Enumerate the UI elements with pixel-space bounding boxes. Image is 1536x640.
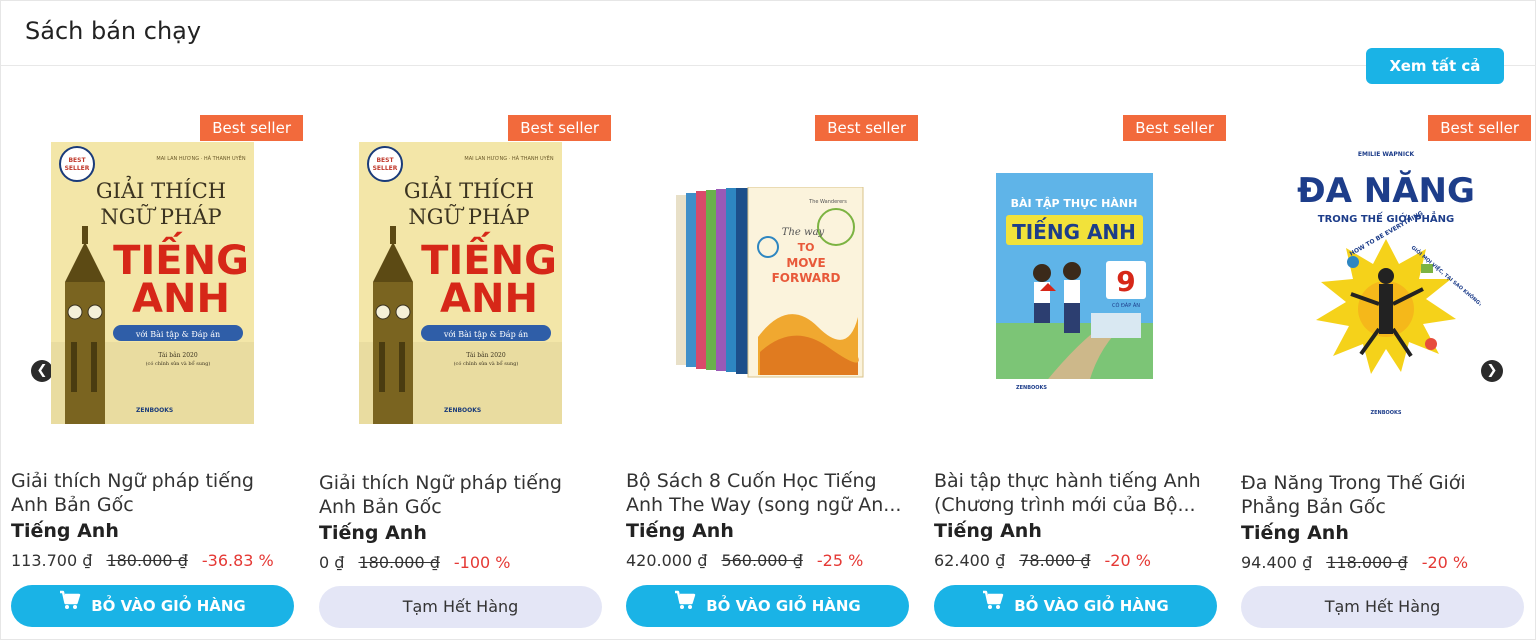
best-seller-badge: Best seller [200, 115, 303, 141]
svg-text:BÀI TẬP THỰC HÀNH: BÀI TẬP THỰC HÀNH [1011, 197, 1138, 210]
svg-text:The way: The way [782, 227, 825, 238]
price-row: 420.000 ₫ 560.000 ₫ -25 % [626, 551, 863, 570]
book-cover-image[interactable]: BEST SELLER MAI LAN HƯƠNG · HÀ THANH UYÊ… [51, 142, 254, 424]
product-category: Tiếng Anh [626, 520, 734, 542]
svg-text:Tái bản 2020: Tái bản 2020 [466, 352, 506, 359]
sale-price: 94.400 ₫ [1241, 553, 1313, 572]
svg-text:CÓ ĐÁP ÁN: CÓ ĐÁP ÁN [1112, 302, 1140, 309]
svg-text:với Bài tập & Đáp án: với Bài tập & Đáp án [135, 330, 220, 339]
publisher-logo: ZENBOOKS [136, 407, 173, 414]
original-price: 118.000 ₫ [1326, 553, 1408, 572]
product-card[interactable]: Best seller BEST SELLER MAI LAN HƯƠNG · … [319, 101, 619, 640]
svg-text:ZENBOOKS: ZENBOOKS [444, 407, 481, 414]
product-category: Tiếng Anh [1241, 522, 1349, 544]
add-to-cart-label: BỎ VÀO GIỎ HÀNG [91, 597, 246, 615]
add-to-cart-label: BỎ VÀO GIỎ HÀNG [1014, 597, 1169, 615]
view-all-button[interactable]: Xem tất cả [1366, 48, 1504, 84]
grade-number: 9 [1116, 265, 1135, 298]
original-price: 560.000 ₫ [721, 551, 803, 570]
product-category: Tiếng Anh [934, 520, 1042, 542]
cart-icon [674, 584, 696, 626]
original-price: 180.000 ₫ [358, 553, 440, 572]
add-to-cart-label: BỎ VÀO GIỎ HÀNG [706, 597, 861, 615]
best-seller-badge: Best seller [1123, 115, 1226, 141]
price-row: 0 ₫ 180.000 ₫ -100 % [319, 553, 511, 572]
cover-author: EMILIE WAPNICK [1358, 151, 1415, 158]
cart-icon [982, 584, 1004, 626]
svg-text:NGỮ PHÁP: NGỮ PHÁP [408, 205, 529, 229]
svg-text:BEST: BEST [376, 157, 394, 164]
product-card[interactable]: Best seller The Wanderers The way TO MOV… [626, 101, 926, 640]
add-to-cart-button[interactable]: BỎ VÀO GIỎ HÀNG [11, 585, 294, 627]
svg-text:ZENBOOKS: ZENBOOKS [1370, 410, 1401, 416]
cover-series: The Wanderers [808, 199, 847, 205]
sale-price: 113.700 ₫ [11, 551, 93, 570]
svg-text:(có chỉnh sửa và bổ sung): (có chỉnh sửa và bổ sung) [454, 360, 519, 367]
cover-authors: MAI LAN HƯƠNG · HÀ THANH UYÊN [156, 154, 245, 162]
svg-text:TIẾNG ANH: TIẾNG ANH [1012, 218, 1136, 244]
discount-percent: -25 % [816, 551, 864, 570]
svg-text:SELLER: SELLER [373, 165, 398, 172]
svg-text:với Bài tập & Đáp án: với Bài tập & Đáp án [443, 330, 528, 339]
product-card[interactable]: Best seller EMILIE WAPNICK ĐA NĂNG TRONG… [1241, 101, 1536, 640]
best-seller-badge: Best seller [1428, 115, 1531, 141]
discount-percent: -100 % [453, 553, 511, 572]
sale-price: 0 ₫ [319, 553, 345, 572]
product-title[interactable]: Đa Năng Trong Thế Giới Phẳng Bản Gốc [1241, 471, 1526, 519]
svg-text:Tái bản 2020: Tái bản 2020 [158, 352, 198, 359]
add-to-cart-button[interactable]: BỎ VÀO GIỎ HÀNG [626, 585, 909, 627]
discount-percent: -20 % [1421, 553, 1469, 572]
seal-text: BEST [68, 157, 86, 164]
svg-text:(có chỉnh sửa và bổ sung): (có chỉnh sửa và bổ sung) [146, 360, 211, 367]
book-cover-image[interactable]: EMILIE WAPNICK ĐA NĂNG TRONG THẾ GIỚI PH… [1291, 144, 1481, 424]
cart-icon [59, 584, 81, 626]
product-title[interactable]: Giải thích Ngữ pháp tiếng Anh Bản Gốc [11, 469, 296, 517]
out-of-stock-button[interactable]: Tạm Hết Hàng [1241, 586, 1524, 628]
svg-text:ĐA NĂNG: ĐA NĂNG [1297, 170, 1475, 211]
book-cover-image[interactable]: The Wanderers The way TO MOVE FORWARD [668, 187, 868, 385]
svg-text:FORWARD: FORWARD [772, 271, 841, 285]
product-title[interactable]: Giải thích Ngữ pháp tiếng Anh Bản Gốc [319, 471, 604, 519]
svg-text:ANH: ANH [440, 276, 538, 322]
product-card[interactable]: Best seller BEST SELLER MAI LAN HƯƠNG · … [11, 101, 311, 640]
section-header: Sách bán chạy [1, 1, 1536, 66]
svg-text:MAI LAN HƯƠNG · HÀ THANH UYÊN: MAI LAN HƯƠNG · HÀ THANH UYÊN [464, 154, 553, 162]
out-of-stock-button[interactable]: Tạm Hết Hàng [319, 586, 602, 628]
svg-text:ZENBOOKS: ZENBOOKS [1016, 385, 1047, 391]
best-seller-badge: Best seller [815, 115, 918, 141]
best-seller-panel: Sách bán chạy Xem tất cả ❮ ❯ Best seller… [0, 0, 1536, 640]
add-to-cart-button[interactable]: BỎ VÀO GIỎ HÀNG [934, 585, 1217, 627]
product-category: Tiếng Anh [11, 520, 119, 542]
price-row: 113.700 ₫ 180.000 ₫ -36.83 % [11, 551, 274, 570]
product-title[interactable]: Bộ Sách 8 Cuốn Học Tiếng Anh The Way (so… [626, 469, 911, 517]
book-cover-image[interactable]: BEST SELLER MAI LAN HƯƠNG · HÀ THANH UYÊ… [359, 142, 562, 424]
product-title[interactable]: Bài tập thực hành tiếng Anh (Chương trìn… [934, 469, 1219, 517]
price-row: 62.400 ₫ 78.000 ₫ -20 % [934, 551, 1151, 570]
discount-percent: -36.83 % [201, 551, 274, 570]
svg-text:GIẢI THÍCH: GIẢI THÍCH [96, 177, 226, 203]
svg-text:MOVE: MOVE [786, 256, 825, 270]
best-seller-badge: Best seller [508, 115, 611, 141]
svg-text:TO: TO [798, 241, 815, 254]
product-card[interactable]: Best seller BÀI TẬP THỰC HÀNH TIẾNG ANH … [934, 101, 1234, 640]
book-cover-image[interactable]: BÀI TẬP THỰC HÀNH TIẾNG ANH 9 CÓ ĐÁP ÁN … [996, 173, 1153, 394]
svg-text:NGỮ PHÁP: NGỮ PHÁP [100, 205, 221, 229]
original-price: 180.000 ₫ [106, 551, 188, 570]
svg-text:ANH: ANH [132, 276, 230, 322]
original-price: 78.000 ₫ [1019, 551, 1091, 570]
section-title: Sách bán chạy [25, 17, 202, 45]
svg-text:SELLER: SELLER [65, 165, 90, 172]
sale-price: 62.400 ₫ [934, 551, 1006, 570]
svg-text:GIẢI THÍCH: GIẢI THÍCH [404, 177, 534, 203]
price-row: 94.400 ₫ 118.000 ₫ -20 % [1241, 553, 1468, 572]
sale-price: 420.000 ₫ [626, 551, 708, 570]
product-category: Tiếng Anh [319, 522, 427, 544]
discount-percent: -20 % [1104, 551, 1151, 570]
